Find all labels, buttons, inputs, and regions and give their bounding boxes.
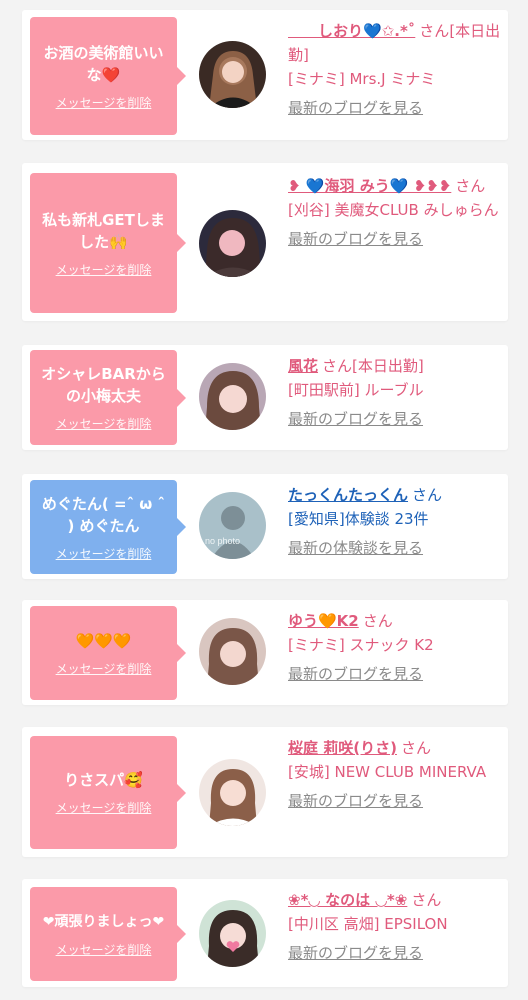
avatar[interactable]	[199, 41, 266, 108]
sender-name-link[interactable]: ゆう🧡K2	[288, 612, 359, 630]
message-card: めぐたん( =ˆ ω ˆ ) めぐたん メッセージを削除 no photo たっ…	[22, 474, 508, 579]
message-text: 🧡🧡🧡	[75, 631, 132, 650]
sender-info: しおり💙✩.*˚ さん[本日出勤] [ミナミ] Mrs.J ミナミ 最新のブログを…	[288, 19, 504, 118]
delete-message-link[interactable]: メッセージを削除	[56, 660, 152, 677]
sender-info: ❀*◡ なのは ◡*❀ さん [中川区 高畑] EPSILON 最新のブログを見る	[288, 888, 504, 963]
latest-review-link[interactable]: 最新の体験談を見る	[288, 537, 504, 558]
no-photo-label: no photo	[205, 536, 241, 546]
delete-message-link[interactable]: メッセージを削除	[56, 941, 152, 958]
message-text: お酒の美術館いいな❤️	[43, 43, 164, 84]
san-label: さん	[362, 612, 393, 630]
message-card: りさスパ🥰 メッセージを削除 桜庭 莉咲(りさ) さん [安城] NEW CLUB…	[22, 727, 508, 857]
message-card: 私も新札GETしました🙌 メッセージを削除 ❥ 💙海羽 みう💙 ❥❥❥ さん [刈…	[22, 163, 508, 321]
shop-label: [刈谷] 美魔女CLUB みしゅらん	[288, 201, 499, 219]
sender-info: ゆう🧡K2 さん [ミナミ] スナック K2 最新のブログを見る	[288, 609, 504, 684]
message-text: ❤頑張りましょっ❤	[42, 913, 165, 930]
woman-photo-icon	[199, 618, 266, 685]
delete-message-link[interactable]: メッセージを削除	[56, 545, 152, 562]
san-label: さん	[419, 22, 450, 40]
san-label: さん	[400, 739, 431, 757]
message-bubble: めぐたん( =ˆ ω ˆ ) めぐたん メッセージを削除	[30, 480, 186, 574]
woman-photo-icon	[199, 41, 266, 108]
woman-photo-icon	[199, 210, 266, 277]
shop-label: [ミナミ] スナック K2	[288, 636, 434, 654]
message-text: めぐたん( =ˆ ω ˆ ) めぐたん	[41, 494, 166, 535]
avatar[interactable]	[199, 900, 266, 967]
sender-info: ❥ 💙海羽 みう💙 ❥❥❥ さん [刈谷] 美魔女CLUB みしゅらん 最新のブロ…	[288, 174, 504, 249]
message-bubble: 私も新札GETしました🙌 メッセージを削除	[30, 173, 186, 313]
message-bubble: りさスパ🥰 メッセージを削除	[30, 736, 186, 849]
message-text: りさスパ🥰	[64, 771, 143, 789]
sender-info: 桜庭 莉咲(りさ) さん [安城] NEW CLUB MINERVA 最新のブログ…	[288, 736, 504, 811]
san-label: さん	[455, 177, 486, 195]
delete-message-link[interactable]: メッセージを削除	[56, 799, 152, 816]
sender-info: 風花 さん[本日出勤] [町田駅前] ルーブル 最新のブログを見る	[288, 354, 504, 429]
woman-photo-icon	[199, 363, 266, 430]
message-bubble: オシャレBARからの小梅太夫 メッセージを削除	[30, 350, 186, 445]
avatar[interactable]	[199, 618, 266, 685]
delete-message-link[interactable]: メッセージを削除	[56, 261, 152, 278]
message-bubble: お酒の美術館いいな❤️ メッセージを削除	[30, 17, 186, 135]
message-card: ❤頑張りましょっ❤ メッセージを削除 ❀*◡ なのは ◡*❀ さん [中川区 高畑…	[22, 879, 508, 987]
latest-blog-link[interactable]: 最新のブログを見る	[288, 408, 504, 429]
latest-blog-link[interactable]: 最新のブログを見る	[288, 663, 504, 684]
sender-name-link[interactable]: 風花	[288, 357, 318, 375]
sender-name-link[interactable]: ❥ 💙海羽 みう💙 ❥❥❥	[288, 177, 451, 195]
sender-info: たっくんたっくん さん [愛知県]体験談 23件 最新の体験談を見る	[288, 483, 504, 558]
shop-label: [中川区 高畑] EPSILON	[288, 915, 448, 933]
message-card: オシャレBARからの小梅太夫 メッセージを削除 風花 さん[本日出勤] [町田駅前…	[22, 345, 508, 450]
san-label: さん	[411, 891, 442, 909]
status-label: [本日出勤]	[352, 357, 424, 375]
avatar[interactable]	[199, 363, 266, 430]
sender-name-link[interactable]: 桜庭 莉咲(りさ)	[288, 739, 397, 757]
message-text: オシャレBARからの小梅太夫	[41, 365, 166, 405]
message-bubble: ❤頑張りましょっ❤ メッセージを削除	[30, 887, 186, 981]
message-card: 🧡🧡🧡 メッセージを削除 ゆう🧡K2 さん [ミナミ] スナック K2 最新のブロ…	[22, 600, 508, 705]
sender-name-link[interactable]: ❀*◡ なのは ◡*❀	[288, 891, 407, 909]
woman-photo-icon	[199, 759, 266, 826]
no-photo-silhouette-icon	[199, 492, 266, 559]
latest-blog-link[interactable]: 最新のブログを見る	[288, 228, 504, 249]
san-label: さん	[322, 357, 353, 375]
sender-name-link[interactable]: たっくんたっくん	[288, 486, 408, 504]
message-card: お酒の美術館いいな❤️ メッセージを削除 しおり💙✩.*˚ さん[本日出勤] [ミ…	[22, 10, 508, 140]
sender-name-link[interactable]: しおり💙✩.*˚	[288, 22, 415, 40]
avatar[interactable]	[199, 759, 266, 826]
shop-label: [安城] NEW CLUB MINERVA	[288, 763, 487, 781]
latest-blog-link[interactable]: 最新のブログを見る	[288, 942, 504, 963]
san-label: さん	[412, 486, 443, 504]
shop-label: [ミナミ] Mrs.J ミナミ	[288, 70, 436, 88]
message-bubble: 🧡🧡🧡 メッセージを削除	[30, 606, 186, 700]
avatar[interactable]	[199, 210, 266, 277]
latest-blog-link[interactable]: 最新のブログを見る	[288, 97, 504, 118]
woman-photo-icon	[199, 900, 266, 967]
latest-blog-link[interactable]: 最新のブログを見る	[288, 790, 504, 811]
message-text: 私も新札GETしました🙌	[42, 210, 165, 251]
delete-message-link[interactable]: メッセージを削除	[56, 94, 152, 111]
avatar[interactable]: no photo	[199, 492, 266, 559]
shop-label: [町田駅前] ルーブル	[288, 381, 424, 399]
delete-message-link[interactable]: メッセージを削除	[56, 415, 152, 432]
shop-label: [愛知県]体験談 23件	[288, 510, 429, 528]
